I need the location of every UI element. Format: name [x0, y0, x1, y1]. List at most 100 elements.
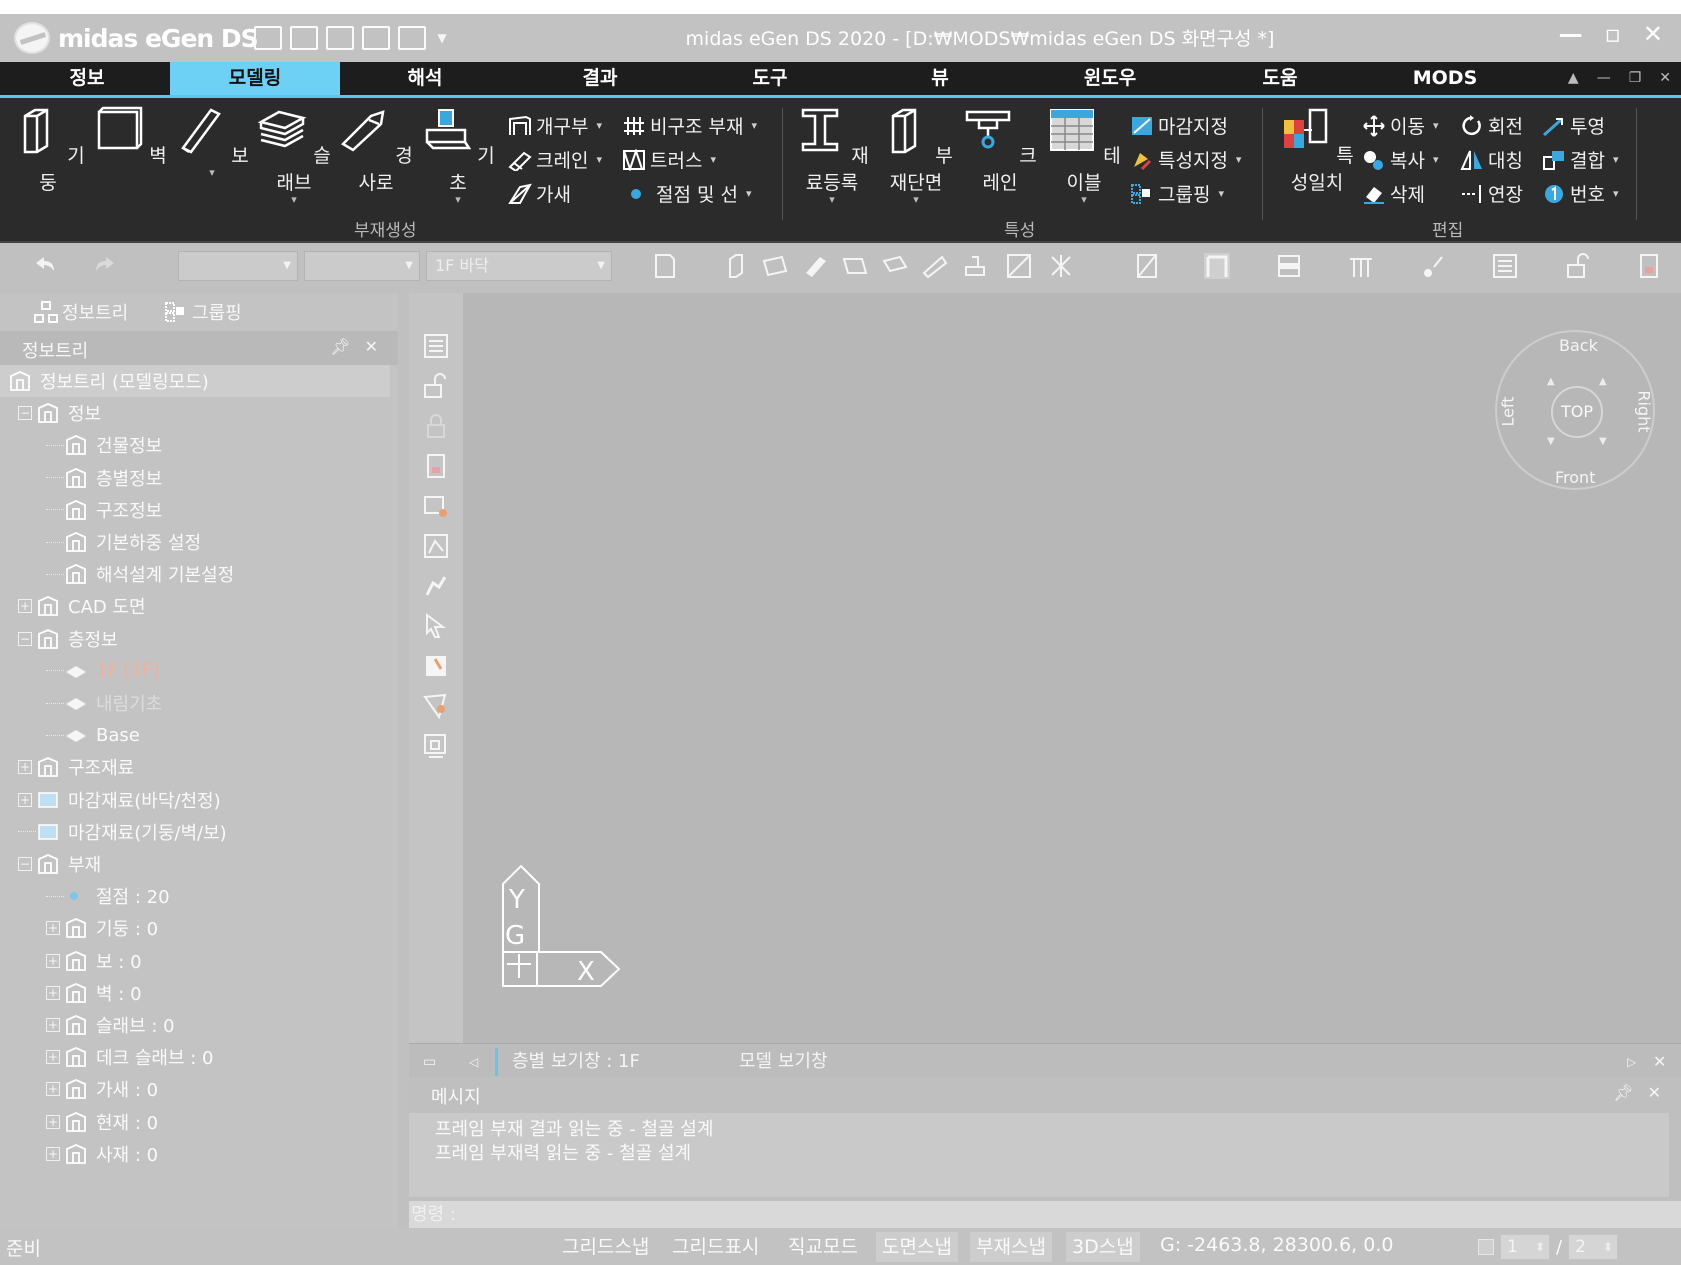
collapse-icon[interactable]: −	[18, 857, 32, 871]
brace-button[interactable]: 가새	[508, 180, 571, 207]
tree-item[interactable]: 해석설계 기본설정	[0, 558, 234, 590]
slab-button[interactable]: 슬래브 ▾	[256, 106, 332, 205]
page-total-spinner[interactable]: 2	[1568, 1234, 1619, 1260]
grid-snap-toggle[interactable]: 그리드스냅	[556, 1232, 655, 1262]
close-window-icon[interactable]: ✕	[1643, 20, 1663, 48]
command-input[interactable]: 명령 :	[409, 1201, 1681, 1229]
crane-small-button[interactable]: 크레인 ▾	[508, 146, 602, 173]
minimize-icon[interactable]: —	[1559, 20, 1583, 48]
paste-icon[interactable]	[423, 653, 449, 679]
zoom-window-icon[interactable]	[423, 533, 449, 559]
slab-dropdown-icon[interactable]: ▾	[256, 194, 332, 205]
tab-info-tree[interactable]: 정보트리	[34, 299, 128, 325]
lock-icon[interactable]	[423, 413, 449, 439]
tree-item[interactable]: 마감재료(기둥/벽/보)	[0, 816, 227, 848]
opening-draw-icon[interactable]	[882, 253, 908, 279]
menu-tools[interactable]: 도구	[690, 62, 850, 95]
tree-item[interactable]: 내림기초	[0, 687, 162, 719]
mirror-button[interactable]: 대칭	[1460, 146, 1523, 173]
foundation-draw-icon[interactable]	[962, 253, 988, 279]
material-button[interactable]: 재료등록 ▾	[794, 106, 870, 205]
tab-model-view[interactable]: 모델 보기창	[719, 1048, 899, 1076]
material-dropdown-icon[interactable]: ▾	[794, 194, 870, 205]
view-combo[interactable]: ▼	[304, 251, 420, 281]
cad-icon[interactable]	[652, 253, 678, 279]
expand-icon[interactable]: +	[46, 1114, 60, 1129]
ribbon-minimize-icon[interactable]: —	[1597, 62, 1611, 95]
save-icon[interactable]	[326, 26, 354, 50]
tree-item[interactable]: − 층정보	[0, 623, 118, 655]
project-button[interactable]: 투영	[1542, 112, 1605, 139]
table-dropdown-icon[interactable]: ▾	[1046, 194, 1122, 205]
grid-display-toggle[interactable]: 그리드표시	[666, 1232, 765, 1262]
expand-icon[interactable]: +	[46, 1146, 60, 1161]
menu-results[interactable]: 결과	[520, 62, 680, 95]
column-draw-icon[interactable]	[722, 253, 748, 279]
unlock-icon[interactable]	[423, 373, 449, 399]
beam-dropdown-icon[interactable]: ▾	[174, 167, 250, 178]
ortho-mode-toggle[interactable]: 직교모드	[782, 1232, 864, 1262]
move-button[interactable]: 이동 ▾	[1362, 112, 1439, 139]
nav-arrow-icon[interactable]: ▲	[1547, 376, 1555, 387]
pin-icon[interactable]: 📌︎	[330, 337, 350, 356]
grouping-button[interactable]: 그룹핑 ▾	[1130, 180, 1224, 207]
member-snap-toggle[interactable]: 부재스냅	[970, 1232, 1052, 1262]
elevation-view-icon[interactable]	[1348, 253, 1374, 279]
tree-item[interactable]: 기본하중 설정	[0, 526, 201, 558]
tree-item[interactable]: + 마감재료(바닥/천정)	[0, 784, 221, 816]
finish-assign-button[interactable]: 마감지정	[1130, 112, 1228, 139]
node-line-button[interactable]: 절점 및 선 ▾	[628, 180, 752, 207]
close-icon[interactable]: ✕	[365, 337, 378, 356]
model-viewport[interactable]: Back Front Left Right TOP ▲ ▲ ▼ ▼ Y G X	[463, 293, 1681, 1043]
tree-item[interactable]: − 부재	[0, 848, 101, 880]
beam-button[interactable]: 보 ▾	[174, 106, 250, 178]
menu-info[interactable]: 정보	[12, 62, 162, 95]
nonstructural-button[interactable]: 비구조 부재 ▾	[622, 112, 757, 139]
foundation-button[interactable]: 기초 ▾	[420, 106, 496, 205]
tree-item[interactable]: 구조정보	[0, 494, 162, 526]
number-button[interactable]: 번호 ▾	[1542, 180, 1619, 207]
nav-arrow-icon[interactable]: ▼	[1547, 436, 1555, 447]
print-icon[interactable]	[362, 26, 390, 50]
property-assign-button[interactable]: 특성지정 ▾	[1130, 146, 1241, 173]
tab-list-icon[interactable]: ▭	[423, 1048, 436, 1076]
wall-draw-icon[interactable]	[762, 253, 788, 279]
tab-close-icon[interactable]: ✕	[1653, 1048, 1666, 1076]
tree-item[interactable]: 절점 : 20	[0, 880, 170, 912]
pin-icon[interactable]: 📌︎	[1613, 1083, 1633, 1102]
export-icon[interactable]	[1636, 253, 1662, 279]
brace-draw-icon[interactable]	[1006, 253, 1032, 279]
tree-item[interactable]: + 슬래브 : 0	[0, 1009, 175, 1041]
print-preview-icon[interactable]	[398, 26, 426, 50]
close-icon[interactable]: ✕	[1648, 1083, 1661, 1102]
beam-draw-icon[interactable]	[802, 253, 828, 279]
expand-icon[interactable]: +	[46, 985, 60, 1000]
model-data-icon[interactable]	[423, 333, 449, 359]
menu-window[interactable]: 윈도우	[1030, 62, 1190, 95]
expand-icon[interactable]: +	[46, 1082, 60, 1097]
customize-qat-icon[interactable]: ▼	[434, 26, 450, 50]
section-button[interactable]: 부재단면 ▾	[878, 106, 954, 205]
expand-icon[interactable]: +	[46, 1018, 60, 1032]
ribbon-restore-icon[interactable]: ❐	[1629, 62, 1642, 95]
open-file-icon[interactable]	[290, 26, 318, 50]
tree-item[interactable]: 층별정보	[0, 462, 162, 494]
nav-front[interactable]: Front	[1555, 468, 1595, 487]
select-polygon-icon[interactable]	[423, 693, 449, 719]
tree-item[interactable]: 1F [1F]	[0, 655, 159, 687]
expand-icon[interactable]: +	[46, 953, 60, 968]
menu-analysis[interactable]: 해석	[345, 62, 505, 95]
node-draw-icon[interactable]	[1048, 253, 1074, 279]
tree-item[interactable]: − 정보	[0, 397, 101, 429]
expand-icon[interactable]: +	[46, 1050, 60, 1065]
tree-item[interactable]: + 벽 : 0	[0, 977, 142, 1009]
floor-combo[interactable]: 1F 바닥 ▼	[426, 251, 612, 281]
menu-view[interactable]: 뷰	[860, 62, 1020, 95]
3d-snap-toggle[interactable]: 3D스냅	[1066, 1232, 1140, 1262]
tab-floor-view[interactable]: 층별 보기창 : 1F	[495, 1048, 695, 1076]
tree-item[interactable]: 건물정보	[0, 429, 162, 461]
tree-item[interactable]: + 기둥 : 0	[0, 912, 158, 944]
expand-icon[interactable]: +	[46, 921, 60, 936]
tree-item[interactable]: + 사재 : 0	[0, 1138, 158, 1170]
model-data-icon[interactable]	[1492, 253, 1518, 279]
